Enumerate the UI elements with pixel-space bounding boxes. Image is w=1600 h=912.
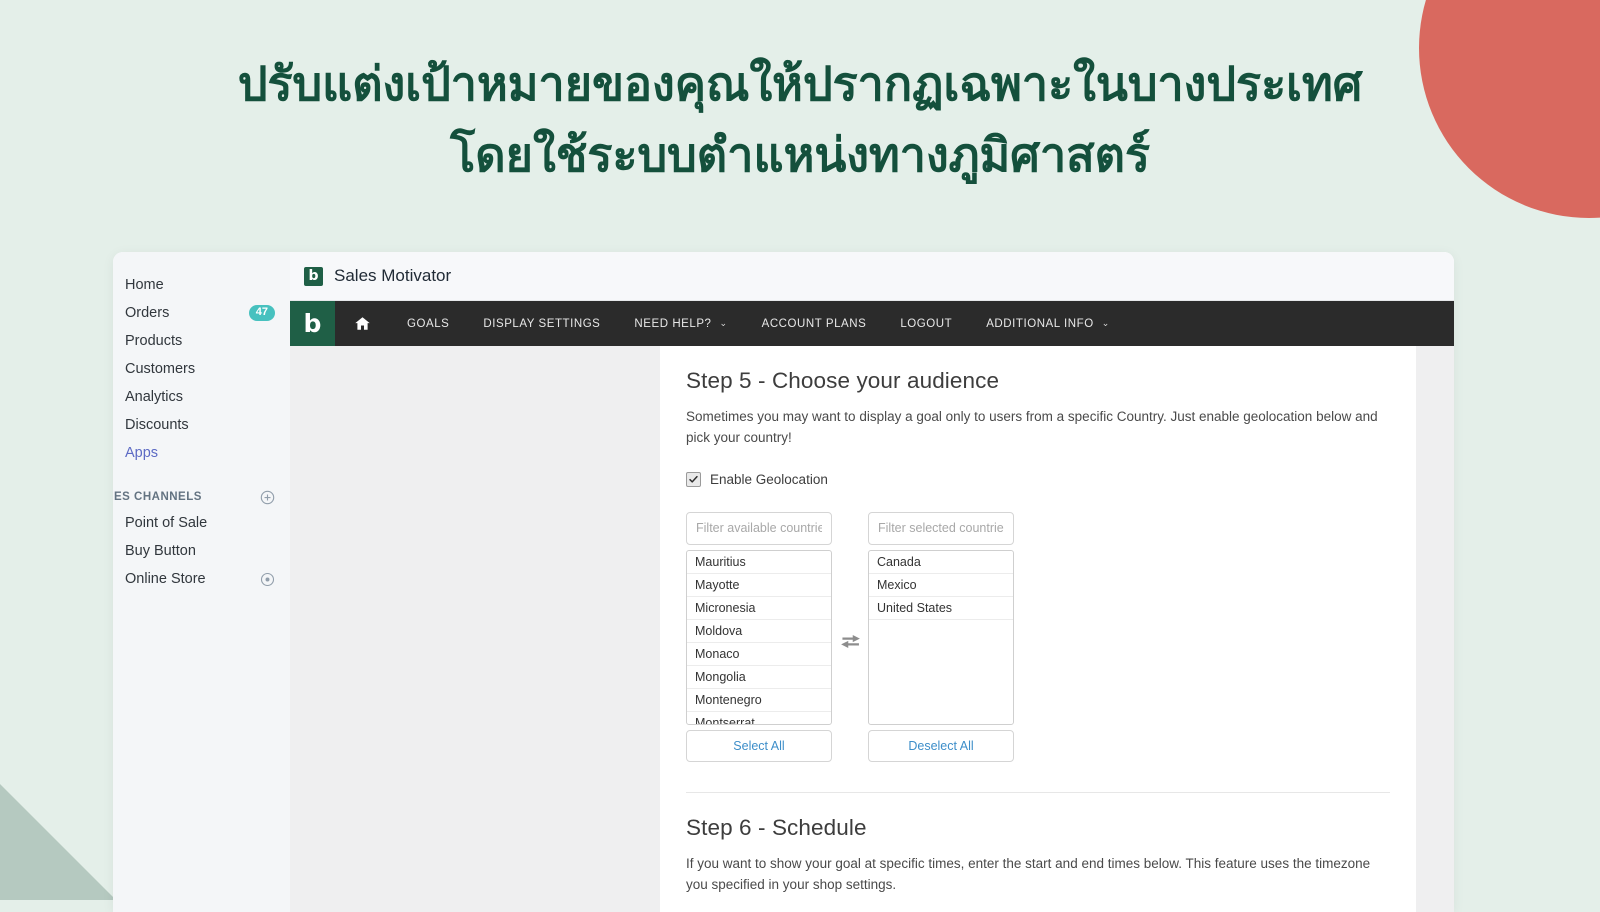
available-countries-filter-input[interactable] bbox=[686, 511, 832, 545]
navbar-item-label: LOGOUT bbox=[900, 317, 953, 330]
list-item[interactable]: Canada bbox=[869, 551, 1013, 574]
navbar-brand-logo[interactable]: b bbox=[290, 301, 335, 346]
sidebar-item-buy-button[interactable]: Buy Button bbox=[113, 537, 290, 565]
list-item[interactable]: Mongolia bbox=[687, 666, 831, 689]
navbar-item-logout[interactable]: LOGOUT bbox=[883, 301, 969, 346]
sidebar-section-label: ES CHANNELS bbox=[114, 491, 202, 503]
select-all-button[interactable]: Select All bbox=[686, 729, 832, 762]
app-window: Home Orders 47 Products Customers Analyt… bbox=[113, 252, 1454, 912]
swap-arrows-icon[interactable] bbox=[832, 512, 868, 649]
headline-line-1: ปรับแต่งเป้าหมายของคุณให้ปรากฏเฉพาะในบาง… bbox=[237, 57, 1363, 110]
decorative-green-triangle bbox=[0, 784, 116, 900]
selected-countries-listbox[interactable]: Canada Mexico United States bbox=[868, 549, 1014, 725]
chevron-down-icon: ⌄ bbox=[1101, 318, 1110, 328]
sidebar-item-label: Customers bbox=[125, 361, 196, 377]
available-countries-listbox[interactable]: Mauritius Mayotte Micronesia Moldova Mon… bbox=[686, 549, 832, 725]
navbar-item-label: NEED HELP? bbox=[634, 317, 712, 330]
list-item[interactable]: Monaco bbox=[687, 643, 831, 666]
list-item[interactable]: Montenegro bbox=[687, 689, 831, 712]
selected-countries-column: Canada Mexico United States Deselect All bbox=[868, 511, 1014, 762]
step5-title: Step 5 - Choose your audience bbox=[686, 368, 1000, 393]
content-area: Step 5 - Choose your audience Sometimes … bbox=[290, 346, 1454, 912]
sidebar-item-customers[interactable]: Customers bbox=[113, 355, 290, 383]
navbar-item-need-help[interactable]: NEED HELP? ⌄ bbox=[617, 301, 744, 346]
app-panel: b Sales Motivator b GOALS DISPLAY SETTIN… bbox=[290, 252, 1454, 912]
content-left-gutter bbox=[290, 346, 660, 912]
page-headline: ปรับแต่งเป้าหมายของคุณให้ปรากฏเฉพาะในบาง… bbox=[0, 48, 1600, 191]
embedded-app-header: b Sales Motivator bbox=[290, 252, 1454, 301]
sidebar-item-home[interactable]: Home bbox=[113, 271, 290, 299]
country-dual-list: Mauritius Mayotte Micronesia Moldova Mon… bbox=[686, 511, 1390, 762]
list-item[interactable]: Mexico bbox=[869, 574, 1013, 597]
enable-geolocation-checkbox[interactable] bbox=[686, 471, 701, 487]
app-logo-letter: b bbox=[308, 268, 319, 284]
navbar-item-home[interactable] bbox=[335, 301, 390, 346]
list-item[interactable]: Micronesia bbox=[687, 597, 831, 620]
sidebar-item-discounts[interactable]: Discounts bbox=[113, 411, 290, 439]
step6-title: Step 6 - Schedule bbox=[686, 814, 867, 840]
chevron-down-icon: ⌄ bbox=[719, 318, 728, 328]
navbar-item-display-settings[interactable]: DISPLAY SETTINGS bbox=[466, 301, 617, 346]
available-countries-column: Mauritius Mayotte Micronesia Moldova Mon… bbox=[686, 511, 832, 762]
navbar-item-goals[interactable]: GOALS bbox=[390, 301, 466, 346]
enable-geolocation-label: Enable Geolocation bbox=[710, 471, 828, 487]
sidebar-item-label: Buy Button bbox=[125, 543, 196, 559]
navbar-item-label: ADDITIONAL INFO bbox=[986, 317, 1094, 330]
sidebar-item-label: Home bbox=[125, 277, 164, 293]
step6-description: If you want to show your goal at specifi… bbox=[686, 855, 1371, 892]
app-logo-icon: b bbox=[304, 266, 323, 286]
deselect-all-button[interactable]: Deselect All bbox=[868, 729, 1014, 762]
orders-badge: 47 bbox=[248, 305, 275, 321]
section-divider bbox=[686, 791, 1390, 793]
sidebar-item-label: Products bbox=[125, 333, 183, 349]
sidebar-section-sales-channels: ES CHANNELS bbox=[113, 485, 290, 509]
step5-description: Sometimes you may want to display a goal… bbox=[686, 409, 1378, 445]
sidebar-item-label: Point of Sale bbox=[125, 515, 208, 531]
sidebar-item-label: Analytics bbox=[125, 389, 184, 405]
sidebar-item-point-of-sale[interactable]: Point of Sale bbox=[113, 509, 290, 537]
list-item[interactable]: Mauritius bbox=[687, 551, 831, 574]
enable-geolocation-row[interactable]: Enable Geolocation bbox=[686, 471, 1390, 487]
step6-block: Step 6 - Schedule If you want to show yo… bbox=[686, 815, 1390, 912]
step5-block: Step 5 - Choose your audience Sometimes … bbox=[686, 368, 1390, 762]
sidebar-item-products[interactable]: Products bbox=[113, 327, 290, 355]
sidebar-item-label: Discounts bbox=[125, 417, 189, 433]
navbar-brand-letter: b bbox=[303, 309, 322, 338]
sidebar-item-label: Apps bbox=[125, 445, 159, 461]
list-item[interactable]: United States bbox=[869, 597, 1013, 620]
sidebar-item-label: Online Store bbox=[125, 571, 206, 587]
eye-icon[interactable] bbox=[260, 572, 275, 587]
app-navbar: b GOALS DISPLAY SETTINGS NEED HELP? ⌄ AC… bbox=[290, 301, 1454, 346]
selected-countries-filter-input[interactable] bbox=[868, 511, 1014, 545]
embedded-app-title: Sales Motivator bbox=[334, 266, 452, 285]
circle-plus-icon[interactable] bbox=[260, 490, 275, 505]
wizard-card: Step 5 - Choose your audience Sometimes … bbox=[660, 346, 1416, 912]
sidebar-item-orders[interactable]: Orders 47 bbox=[113, 299, 290, 327]
navbar-item-account-plans[interactable]: ACCOUNT PLANS bbox=[745, 301, 884, 346]
admin-sidebar: Home Orders 47 Products Customers Analyt… bbox=[113, 252, 290, 912]
list-item[interactable]: Montserrat bbox=[687, 712, 831, 724]
navbar-item-label: ACCOUNT PLANS bbox=[761, 317, 867, 330]
sidebar-item-apps[interactable]: Apps bbox=[113, 439, 290, 467]
sidebar-item-online-store[interactable]: Online Store bbox=[113, 565, 290, 593]
navbar-item-additional-info[interactable]: ADDITIONAL INFO ⌄ bbox=[969, 301, 1127, 346]
headline-line-2: โดยใช้ระบบตำแหน่งทางภูมิศาสตร์ bbox=[450, 128, 1150, 182]
list-item[interactable]: Moldova bbox=[687, 620, 831, 643]
navbar-item-label: DISPLAY SETTINGS bbox=[483, 317, 601, 330]
navbar-item-label: GOALS bbox=[407, 317, 450, 330]
home-icon bbox=[354, 315, 371, 332]
sidebar-item-analytics[interactable]: Analytics bbox=[113, 383, 290, 411]
sidebar-item-label: Orders bbox=[125, 305, 170, 321]
list-item[interactable]: Mayotte bbox=[687, 574, 831, 597]
